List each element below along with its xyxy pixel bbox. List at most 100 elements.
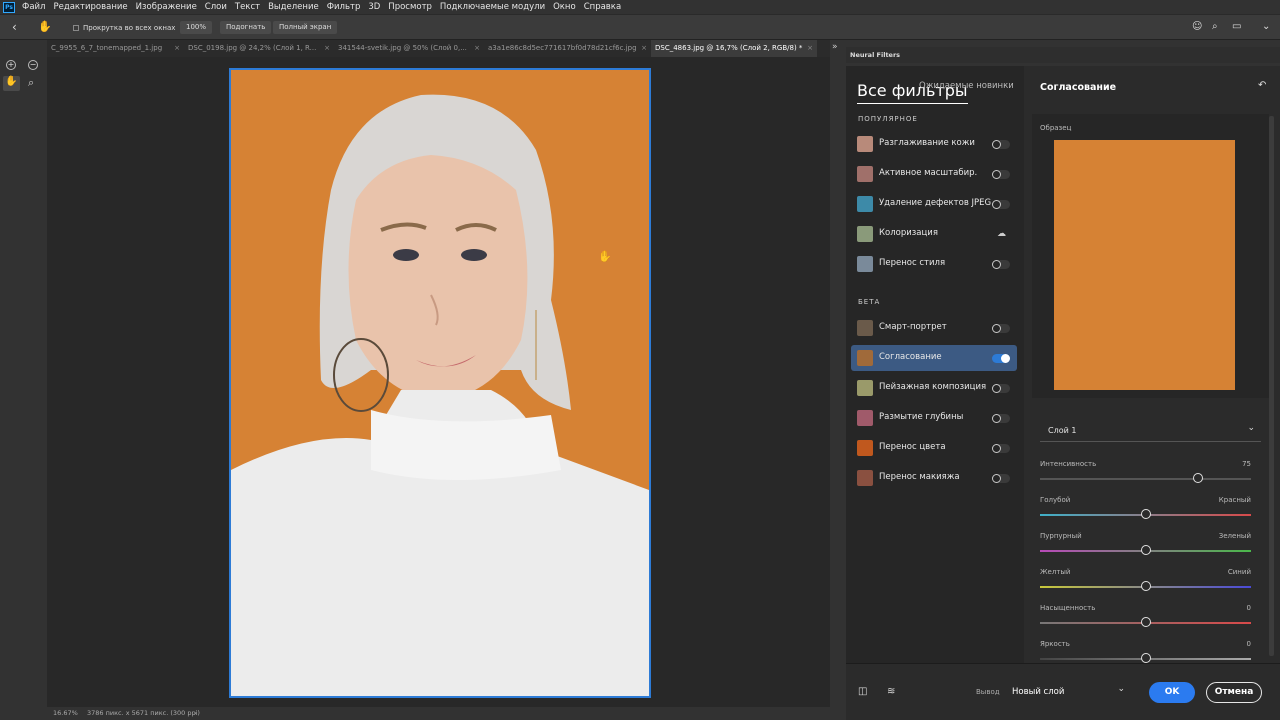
- compare-icon[interactable]: ◫: [858, 686, 867, 697]
- filter-toggle[interactable]: [992, 140, 1010, 149]
- filter-toggle[interactable]: [992, 474, 1010, 483]
- menu-item[interactable]: Фильтр: [323, 2, 365, 12]
- cancel-button[interactable]: Отмена: [1206, 682, 1262, 703]
- fit-button[interactable]: Подогнать: [220, 21, 272, 34]
- filter-label: Перенос цвета: [879, 442, 946, 452]
- tab-doc-4[interactable]: a3a1e86c8d5ec771617bf0d78d21cf6c.jpg ×: [484, 40, 651, 57]
- filter-item[interactable]: Удаление дефектов JPEG: [851, 191, 1017, 217]
- zoom-tool-icon[interactable]: ⌕: [28, 76, 34, 90]
- tab-upcoming[interactable]: Ожидаемые новинки: [919, 81, 1014, 91]
- zoom-100-button[interactable]: 100%: [180, 21, 213, 34]
- zoom-level: 16.67%: [53, 709, 78, 717]
- workspace-icon[interactable]: ▭: [1232, 21, 1241, 32]
- menu-item[interactable]: Выделение: [264, 2, 323, 12]
- zoom-out-icon[interactable]: −: [28, 60, 38, 70]
- slider-label-right: Синий: [1227, 568, 1251, 576]
- filter-item[interactable]: Колоризация ☁: [851, 221, 1017, 247]
- filter-item[interactable]: Пейзажная композиция: [851, 375, 1017, 401]
- collapse-panels-icon[interactable]: »: [832, 42, 838, 52]
- filter-thumbnail: [857, 440, 873, 456]
- menu-item[interactable]: Текст: [231, 2, 264, 12]
- filter-toggle[interactable]: [992, 384, 1010, 393]
- chevron-right-icon[interactable]: ›: [194, 707, 197, 720]
- hand-tool-icon[interactable]: ✋: [38, 20, 52, 33]
- hand-tool-icon[interactable]: ✋: [3, 76, 20, 91]
- filter-title: Согласование: [1040, 82, 1117, 93]
- section-beta: БЕТА: [858, 298, 881, 306]
- filter-toggle[interactable]: [992, 414, 1010, 423]
- options-bar: ‹ ✋ Прокрутка во всех окнах 100% Подогна…: [0, 14, 1280, 40]
- tab-doc-2[interactable]: DSC_0198.jpg @ 24,2% (Слой 1, R... ×: [184, 40, 334, 57]
- tab-doc-1[interactable]: C_9955_6_7_tonemapped_1.jpg ×: [47, 40, 184, 57]
- slider-thumb[interactable]: [1140, 581, 1151, 591]
- chevron-down-icon: ⌄: [1117, 684, 1125, 694]
- menu-item[interactable]: Редактирование: [49, 2, 131, 12]
- close-icon[interactable]: ×: [174, 40, 180, 57]
- filter-thumbnail: [857, 256, 873, 272]
- filter-item[interactable]: Активное масштабир.: [851, 161, 1017, 187]
- filter-item[interactable]: Согласование: [851, 345, 1017, 371]
- tab-doc-5[interactable]: DSC_4863.jpg @ 16,7% (Слой 2, RGB/8) * ×: [651, 40, 817, 57]
- filter-item[interactable]: Размытие глубины: [851, 405, 1017, 431]
- sample-swatch[interactable]: [1054, 140, 1235, 390]
- layer-select[interactable]: Слой 1 ⌄: [1040, 420, 1261, 442]
- output-select[interactable]: Новый слой ⌄: [1006, 682, 1129, 703]
- filter-label: Перенос стиля: [879, 258, 946, 268]
- slider-thumb[interactable]: [1193, 473, 1204, 483]
- share-icon[interactable]: ☺: [1192, 21, 1202, 32]
- filter-label: Разглаживание кожи: [879, 138, 975, 148]
- filter-toggle[interactable]: [992, 200, 1010, 209]
- slider-thumb[interactable]: [1140, 617, 1151, 627]
- slider-thumb[interactable]: [1140, 545, 1151, 555]
- zoom-in-icon[interactable]: +: [6, 60, 16, 70]
- reset-icon[interactable]: ↶: [1258, 80, 1266, 91]
- filter-toggle[interactable]: [992, 324, 1010, 333]
- slider-thumb[interactable]: [1140, 653, 1151, 663]
- filter-toggle[interactable]: [992, 444, 1010, 453]
- filter-toggle[interactable]: [992, 170, 1010, 179]
- filter-thumbnail: [857, 380, 873, 396]
- tab-doc-3[interactable]: 341544-svetik.jpg @ 50% (Слой 0,... ×: [334, 40, 484, 57]
- panel-scrollbar[interactable]: [1269, 116, 1274, 656]
- filter-item[interactable]: Разглаживание кожи: [851, 131, 1017, 157]
- menu-item[interactable]: Просмотр: [384, 2, 436, 12]
- fullscreen-button[interactable]: Полный экран: [273, 21, 338, 34]
- filter-item[interactable]: Перенос цвета: [851, 435, 1017, 461]
- toggle-knob: [992, 444, 1001, 453]
- cloud-download-icon[interactable]: ☁: [997, 229, 1009, 239]
- scroll-all-checkbox[interactable]: [73, 25, 79, 31]
- close-icon[interactable]: ×: [324, 40, 330, 57]
- more-icon[interactable]: ⌄: [1262, 21, 1270, 32]
- filter-item[interactable]: Перенос макияжа: [851, 465, 1017, 491]
- search-icon[interactable]: ⌕: [1212, 21, 1218, 32]
- slider-label-left: Насыщенность: [1040, 604, 1096, 612]
- filter-label: Удаление дефектов JPEG: [879, 198, 992, 208]
- menu-item[interactable]: Слои: [201, 2, 231, 12]
- slider-track[interactable]: [1040, 478, 1251, 480]
- menu-item[interactable]: Изображение: [132, 2, 201, 12]
- document-canvas-image[interactable]: [229, 68, 651, 698]
- menu-bar: Ps Файл Редактирование Изображение Слои Текс…: [0, 0, 1280, 14]
- filter-toggle[interactable]: [992, 260, 1010, 269]
- close-icon[interactable]: ×: [641, 40, 647, 57]
- filter-label: Согласование: [879, 352, 942, 362]
- slider-thumb[interactable]: [1140, 509, 1151, 519]
- layers-icon[interactable]: ≋: [887, 686, 895, 697]
- back-arrow-icon[interactable]: ‹: [12, 20, 17, 34]
- filter-thumbnail: [857, 226, 873, 242]
- filter-item[interactable]: Перенос стиля: [851, 251, 1017, 277]
- slider-label-right: 0: [1246, 604, 1251, 612]
- menu-item[interactable]: 3D: [364, 2, 384, 12]
- menu-item[interactable]: Справка: [580, 2, 625, 12]
- close-icon[interactable]: ×: [807, 40, 813, 57]
- menu-item[interactable]: Подключаемые модули: [436, 2, 549, 12]
- filter-item[interactable]: Смарт-портрет: [851, 315, 1017, 341]
- filter-list-panel: Все фильтры Ожидаемые новинки ПОПУЛЯРНОЕ…: [846, 66, 1024, 663]
- toggle-knob: [992, 384, 1001, 393]
- close-icon[interactable]: ×: [474, 40, 480, 57]
- filter-toggle[interactable]: [992, 354, 1010, 363]
- filter-thumbnail: [857, 320, 873, 336]
- menu-item[interactable]: Файл: [18, 2, 49, 12]
- menu-item[interactable]: Окно: [549, 2, 580, 12]
- ok-button[interactable]: OK: [1149, 682, 1195, 703]
